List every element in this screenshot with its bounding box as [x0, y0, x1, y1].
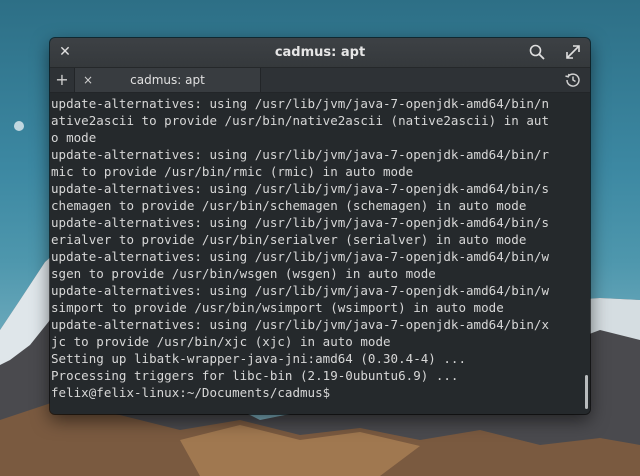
new-tab-button[interactable]: +	[50, 68, 75, 92]
tab-close-icon[interactable]: ×	[83, 72, 93, 88]
terminal-window: ✕ cadmus: apt + × cadmus: apt update-alt…	[50, 38, 590, 414]
shell-prompt: felix@felix-linux:~/Documents/cadmus$	[51, 385, 331, 400]
window-title: cadmus: apt	[274, 45, 366, 60]
titlebar: ✕ cadmus: apt	[50, 38, 590, 68]
terminal-output[interactable]: update-alternatives: using /usr/lib/jvm/…	[50, 93, 590, 414]
terminal-line: o mode	[51, 130, 97, 145]
terminal-line: mic to provide /usr/bin/rmic (rmic) in a…	[51, 164, 414, 179]
terminal-line: sgen to provide /usr/bin/wsgen (wsgen) i…	[51, 266, 436, 281]
tab-bar: + × cadmus: apt	[50, 68, 590, 93]
terminal-line: Setting up libatk-wrapper-java-jni:amd64…	[51, 351, 467, 366]
terminal-line: simport to provide /usr/bin/wsimport (ws…	[51, 300, 504, 315]
terminal-line: ative2ascii to provide /usr/bin/native2a…	[51, 113, 550, 128]
terminal-line: Processing triggers for libc-bin (2.19-0…	[51, 368, 459, 383]
terminal-line: erialver to provide /usr/bin/serialver (…	[51, 232, 527, 247]
search-icon[interactable]	[528, 43, 546, 61]
scrollbar[interactable]	[585, 375, 588, 409]
terminal-line: update-alternatives: using /usr/lib/jvm/…	[51, 147, 550, 162]
tab-cadmus-apt[interactable]: × cadmus: apt	[75, 68, 261, 92]
terminal-line: update-alternatives: using /usr/lib/jvm/…	[51, 317, 550, 332]
terminal-line: update-alternatives: using /usr/lib/jvm/…	[51, 215, 550, 230]
terminal-line: update-alternatives: using /usr/lib/jvm/…	[51, 249, 550, 264]
terminal-line: update-alternatives: using /usr/lib/jvm/…	[51, 181, 550, 196]
terminal-line: chemagen to provide /usr/bin/schemagen (…	[51, 198, 527, 213]
terminal-line: update-alternatives: using /usr/lib/jvm/…	[51, 96, 550, 111]
close-icon[interactable]: ✕	[57, 44, 73, 60]
terminal-line: jc to provide /usr/bin/xjc (xjc) in auto…	[51, 334, 391, 349]
tab-label: cadmus: apt	[130, 73, 205, 87]
history-icon[interactable]	[564, 71, 582, 89]
fullscreen-icon[interactable]	[564, 43, 582, 61]
terminal-line: update-alternatives: using /usr/lib/jvm/…	[51, 283, 550, 298]
